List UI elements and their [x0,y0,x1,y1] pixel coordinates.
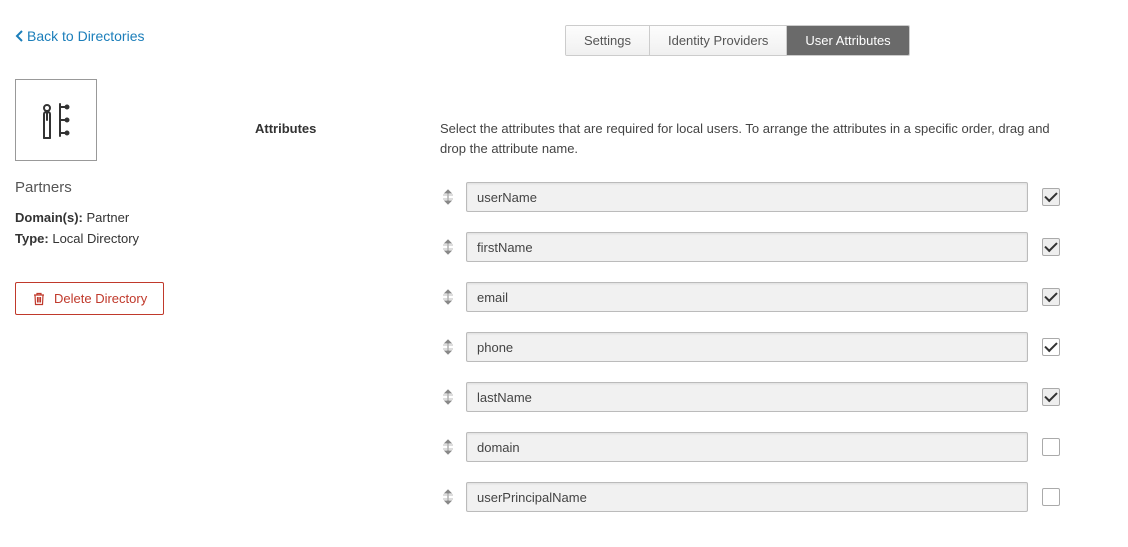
domains-label: Domain(s): [15,210,83,225]
sidebar: Partners Domain(s): Partner Type: Local … [15,79,255,532]
attribute-row [440,282,1060,312]
attribute-name-input[interactable] [466,232,1028,262]
delete-button-label: Delete Directory [54,291,147,306]
tabs-bar: Settings Identity Providers User Attribu… [565,25,910,56]
attribute-row [440,482,1060,512]
attribute-row [440,382,1060,412]
drag-handle-icon[interactable] [440,439,456,455]
attribute-row [440,182,1060,212]
directory-domains: Domain(s): Partner [15,210,255,225]
drag-handle-icon[interactable] [440,239,456,255]
directory-icon-box [15,79,97,161]
attribute-row [440,432,1060,462]
attribute-required-checkbox[interactable] [1042,338,1060,356]
drag-handle-icon[interactable] [440,189,456,205]
type-value: Local Directory [52,231,139,246]
attribute-required-checkbox[interactable] [1042,188,1060,206]
attribute-name-input[interactable] [466,432,1028,462]
trash-icon [32,292,46,306]
attribute-name-input[interactable] [466,282,1028,312]
attribute-required-checkbox[interactable] [1042,238,1060,256]
domains-value: Partner [87,210,130,225]
attribute-required-checkbox[interactable] [1042,488,1060,506]
attribute-required-checkbox[interactable] [1042,438,1060,456]
tab-settings[interactable]: Settings [566,26,650,55]
attributes-list [440,182,1060,512]
type-label: Type: [15,231,49,246]
back-link-label: Back to Directories [27,28,144,44]
attribute-required-checkbox[interactable] [1042,388,1060,406]
chevron-left-icon [15,29,25,43]
main-panel: Attributes Select the attributes that ar… [255,119,1113,532]
attribute-required-checkbox[interactable] [1042,288,1060,306]
attribute-row [440,332,1060,362]
attribute-name-input[interactable] [466,482,1028,512]
section-label: Attributes [255,119,440,532]
help-text: Select the attributes that are required … [440,119,1060,158]
attribute-name-input[interactable] [466,332,1028,362]
directory-name: Partners [15,179,255,196]
drag-handle-icon[interactable] [440,289,456,305]
tab-identity-providers[interactable]: Identity Providers [650,26,787,55]
drag-handle-icon[interactable] [440,389,456,405]
tab-user-attributes[interactable]: User Attributes [787,26,908,55]
directory-type: Type: Local Directory [15,231,255,246]
drag-handle-icon[interactable] [440,339,456,355]
back-to-directories-link[interactable]: Back to Directories [15,28,144,44]
attribute-name-input[interactable] [466,182,1028,212]
directory-icon [32,96,80,144]
drag-handle-icon[interactable] [440,489,456,505]
delete-directory-button[interactable]: Delete Directory [15,282,164,315]
attribute-name-input[interactable] [466,382,1028,412]
attribute-row [440,232,1060,262]
